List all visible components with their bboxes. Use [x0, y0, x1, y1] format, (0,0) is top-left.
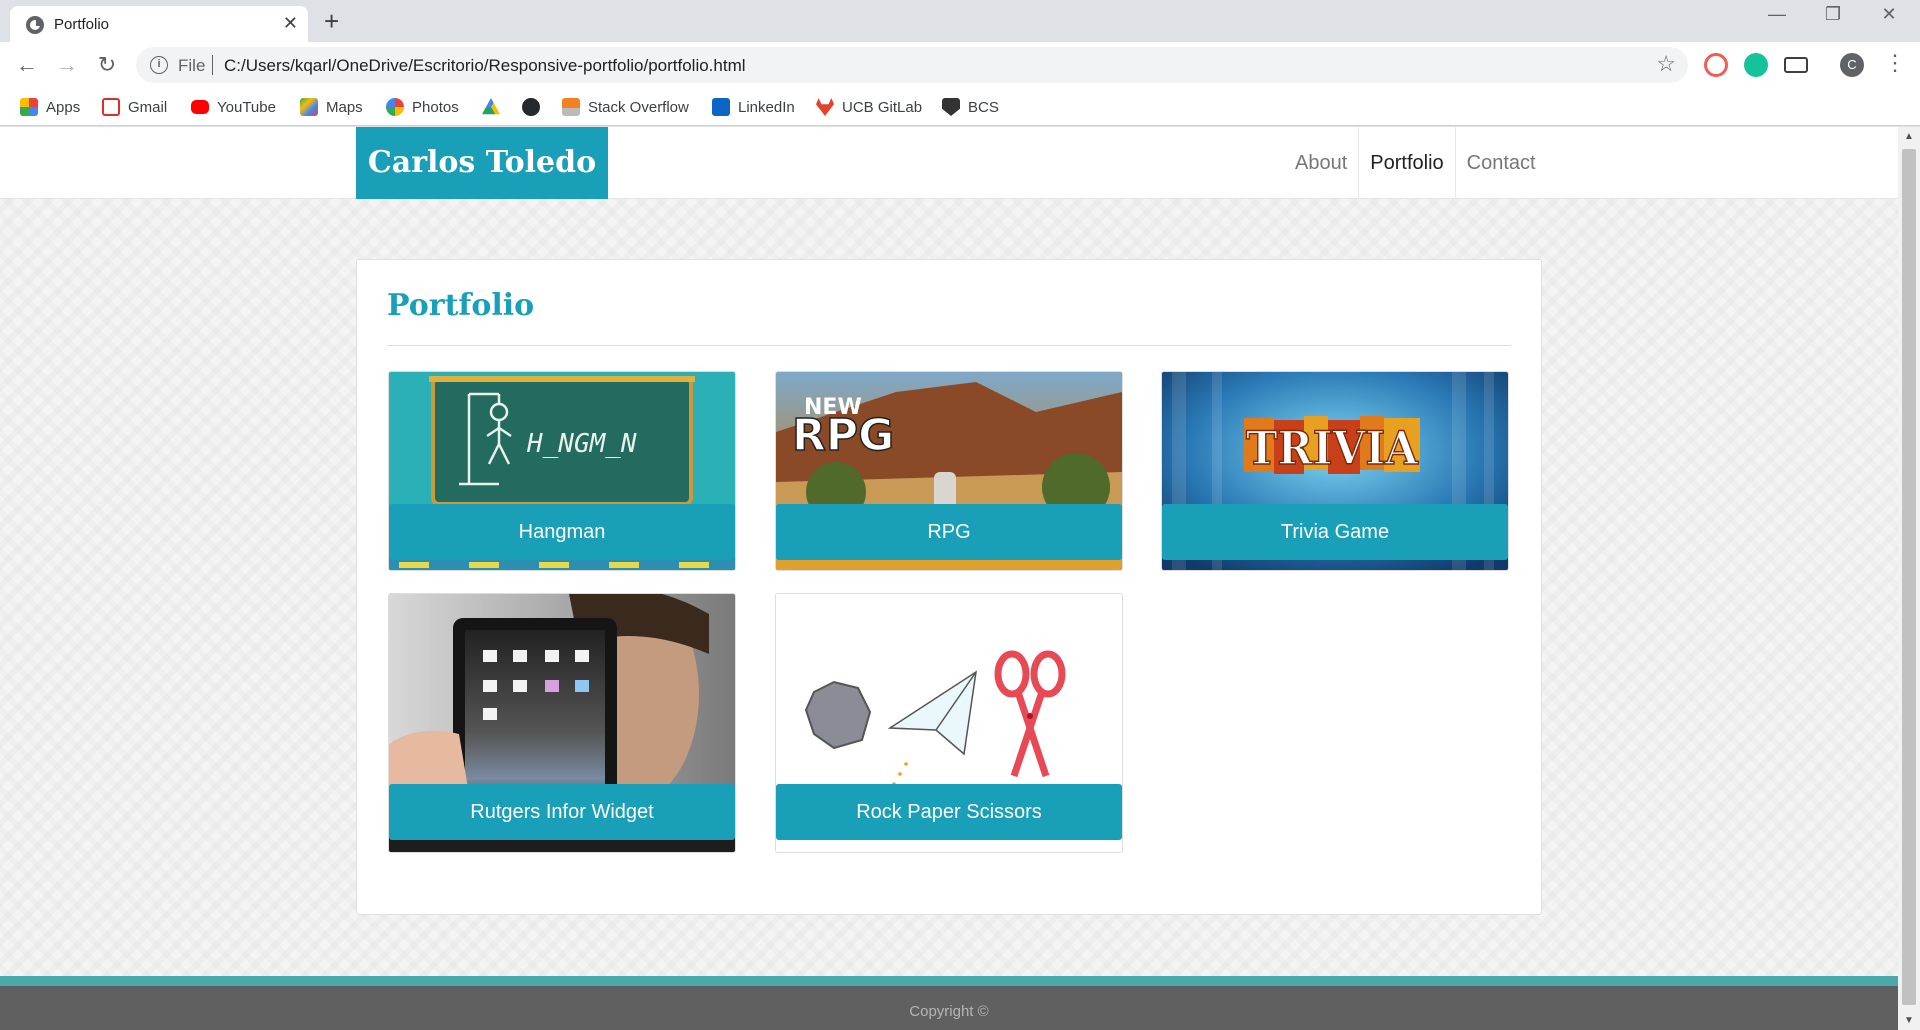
bookmark-label: BCS [968, 98, 999, 116]
bookmark-label: Stack Overflow [588, 98, 689, 116]
page-title: Portfolio [387, 288, 535, 323]
bookmark-bcs[interactable]: BCS [942, 97, 999, 117]
gmail-icon [102, 98, 120, 116]
photos-icon [386, 98, 404, 116]
project-title[interactable]: Rutgers Infor Widget [389, 784, 735, 840]
address-bar[interactable]: i File C:/Users/kqarl/OneDrive/Escritori… [136, 47, 1688, 83]
tab-close-icon[interactable]: ✕ [283, 13, 298, 33]
stackoverflow-icon [562, 98, 580, 116]
apps-grid-icon [20, 98, 38, 116]
tab-portfolio[interactable]: Portfolio ✕ [10, 6, 308, 42]
reload-button[interactable]: ↻ [92, 50, 122, 80]
main-nav: About Portfolio Contact [1284, 127, 1547, 199]
tab-title: Portfolio [54, 16, 110, 33]
bookmark-gmail[interactable]: Gmail [102, 97, 167, 117]
gitlab-icon [816, 98, 834, 116]
scroll-up-arrow-icon[interactable]: ▲ [1898, 131, 1920, 142]
rpg-logo-text-large: RPG [792, 410, 894, 461]
site-footer: Copyright © [0, 986, 1898, 1030]
project-tile-rock-paper-scissors[interactable]: Rock Paper Scissors [775, 593, 1123, 853]
bookmark-apps[interactable]: Apps [20, 97, 80, 117]
project-tile-hangman[interactable]: H_NGM_N Hangman [388, 371, 736, 571]
site-header: Carlos Toledo About Portfolio Contact [0, 127, 1898, 199]
youtube-icon [191, 100, 209, 114]
bookmark-gitlab[interactable]: UCB GitLab [816, 97, 922, 117]
linkedin-icon [712, 98, 730, 116]
footer-stripe [0, 976, 1898, 986]
extension-cast-icon[interactable] [1704, 53, 1728, 77]
tab-bar: Portfolio ✕ + — ❐ ✕ [0, 0, 1920, 42]
bookmark-maps[interactable]: Maps [300, 97, 363, 117]
profile-avatar[interactable]: C [1840, 53, 1864, 77]
bookmark-star-icon[interactable]: ☆ [1656, 51, 1676, 77]
bookmark-stackoverflow[interactable]: Stack Overflow [562, 97, 689, 117]
svg-text:H_NGM_N: H_NGM_N [526, 429, 637, 459]
url-separator [212, 55, 213, 75]
site-info-icon[interactable]: i [150, 56, 168, 74]
bookmarks-bar: Apps Gmail YouTube Maps Photos Stack Ove… [0, 88, 1920, 126]
divider [387, 345, 1511, 346]
project-title[interactable]: Rock Paper Scissors [776, 784, 1122, 840]
page-viewport: Carlos Toledo About Portfolio Contact Po… [0, 127, 1898, 1030]
project-title[interactable]: RPG [776, 504, 1122, 560]
menu-icon[interactable]: ⋮ [1884, 50, 1906, 76]
browser-toolbar: ← → ↻ i File C:/Users/kqarl/OneDrive/Esc… [0, 42, 1920, 88]
portfolio-card: Portfolio H_NGM_N Hangman NEW RPG RPG TR… [356, 259, 1542, 915]
bookmark-label: Photos [412, 98, 459, 116]
project-tile-rpg[interactable]: NEW RPG RPG [775, 371, 1123, 571]
globe-icon [26, 16, 44, 34]
project-tile-rutgers-widget[interactable]: Rutgers Infor Widget [388, 593, 736, 853]
nav-about[interactable]: About [1284, 127, 1358, 199]
bookmark-label: YouTube [217, 98, 276, 116]
trivia-logo-text: TRIVIA [1246, 421, 1419, 475]
new-tab-button[interactable]: + [324, 6, 339, 36]
bookmark-drive[interactable] [482, 97, 500, 117]
maps-icon [300, 98, 318, 116]
grammarly-icon[interactable] [1744, 53, 1768, 77]
bcs-shield-icon [942, 98, 960, 116]
forward-button[interactable]: → [52, 50, 82, 80]
url-text[interactable]: C:/Users/kqarl/OneDrive/Escritorio/Respo… [224, 56, 746, 76]
bookmark-label: Apps [46, 98, 81, 116]
bookmark-label: LinkedIn [738, 98, 795, 116]
nav-contact[interactable]: Contact [1454, 127, 1547, 199]
project-title[interactable]: Trivia Game [1162, 504, 1508, 560]
bookmark-youtube[interactable]: YouTube [191, 97, 276, 117]
bookmark-label: Maps [326, 98, 363, 116]
github-icon [522, 98, 540, 116]
bookmark-github[interactable] [522, 97, 540, 117]
site-brand[interactable]: Carlos Toledo [356, 127, 608, 199]
scroll-down-arrow-icon[interactable]: ▼ [1898, 1015, 1920, 1026]
back-button[interactable]: ← [12, 50, 42, 80]
bookmark-label: UCB GitLab [842, 98, 923, 116]
google-drive-icon [482, 98, 500, 115]
restore-button[interactable]: ❐ [1810, 4, 1856, 25]
project-tile-trivia[interactable]: TRIVIA Trivia Game [1161, 371, 1509, 571]
bookmark-photos[interactable]: Photos [386, 97, 459, 117]
bookmark-label: Gmail [128, 98, 168, 116]
url-scheme: File [178, 56, 206, 75]
copyright-text: Copyright © [909, 1003, 989, 1020]
bookmark-linkedin[interactable]: LinkedIn [712, 97, 795, 117]
window-close-button[interactable]: ✕ [1866, 4, 1912, 25]
project-title[interactable]: Hangman [389, 504, 735, 560]
screen-cast-icon[interactable] [1784, 57, 1808, 73]
page-scrollbar[interactable]: ▲ ▼ [1898, 127, 1920, 1030]
minimize-button[interactable]: — [1754, 4, 1800, 25]
scrollbar-thumb[interactable] [1902, 149, 1916, 1005]
nav-portfolio[interactable]: Portfolio [1358, 127, 1454, 199]
